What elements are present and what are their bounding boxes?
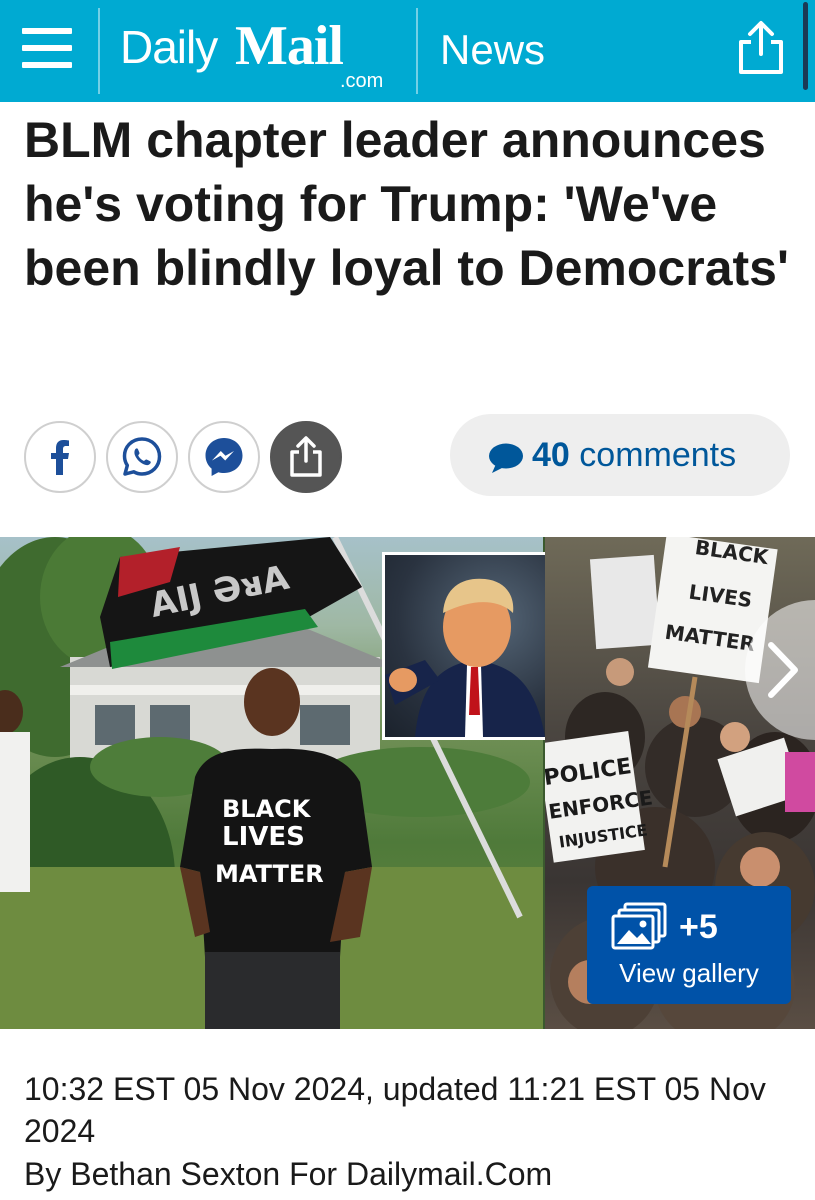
share-icon bbox=[739, 21, 783, 74]
top-bar: Daily Mail .com News bbox=[0, 0, 815, 102]
chevron-right-icon bbox=[768, 642, 798, 698]
messenger-icon bbox=[205, 438, 243, 476]
share-button[interactable] bbox=[270, 421, 342, 493]
gallery-icon bbox=[611, 902, 667, 950]
article-dateline: 10:32 EST 05 Nov 2024, updated 11:21 EST… bbox=[24, 1071, 766, 1149]
comments-button[interactable]: 40 comments bbox=[450, 414, 790, 496]
view-gallery-label: View gallery bbox=[619, 958, 759, 988]
facebook-icon bbox=[51, 440, 69, 475]
section-link[interactable]: News bbox=[440, 26, 545, 74]
inset-photo[interactable] bbox=[382, 552, 570, 740]
gallery-more-count: +5 bbox=[679, 908, 718, 946]
menu-icon-bar bbox=[22, 45, 72, 51]
menu-button[interactable] bbox=[22, 20, 74, 76]
shirt-text-1: BLACK bbox=[222, 795, 312, 823]
facebook-share-button[interactable] bbox=[24, 421, 96, 493]
messenger-share-button[interactable] bbox=[188, 421, 260, 493]
article-headline: BLM chapter leader announces he's voting… bbox=[24, 112, 789, 296]
shirt-text-2: LIVES bbox=[222, 822, 305, 852]
whatsapp-icon bbox=[122, 437, 162, 476]
menu-icon-bar bbox=[22, 62, 72, 68]
logo-mail: Mail bbox=[235, 15, 344, 77]
article-byline[interactable]: By Bethan Sexton For Dailymail.Com bbox=[24, 1154, 794, 1194]
header-divider bbox=[98, 8, 100, 94]
logo-com: .com bbox=[340, 70, 384, 92]
share-icon bbox=[290, 436, 322, 477]
whatsapp-share-button[interactable] bbox=[106, 421, 178, 493]
gallery-next-button[interactable] bbox=[745, 600, 815, 740]
comment-bubble-icon bbox=[489, 443, 523, 473]
inset-photo-illustration bbox=[385, 578, 545, 737]
comments-word: comments bbox=[579, 436, 737, 474]
logo-daily: Daily bbox=[120, 21, 218, 73]
header-share-button[interactable] bbox=[733, 18, 789, 78]
view-gallery-button[interactable]: +5 View gallery bbox=[587, 886, 791, 1004]
comments-label: 40 comments bbox=[532, 436, 736, 475]
shirt-text-3: MATTER bbox=[215, 860, 324, 888]
menu-icon bbox=[22, 28, 72, 34]
comments-count: 40 bbox=[532, 436, 570, 474]
scroll-indicator bbox=[803, 2, 808, 90]
header-divider bbox=[416, 8, 418, 94]
